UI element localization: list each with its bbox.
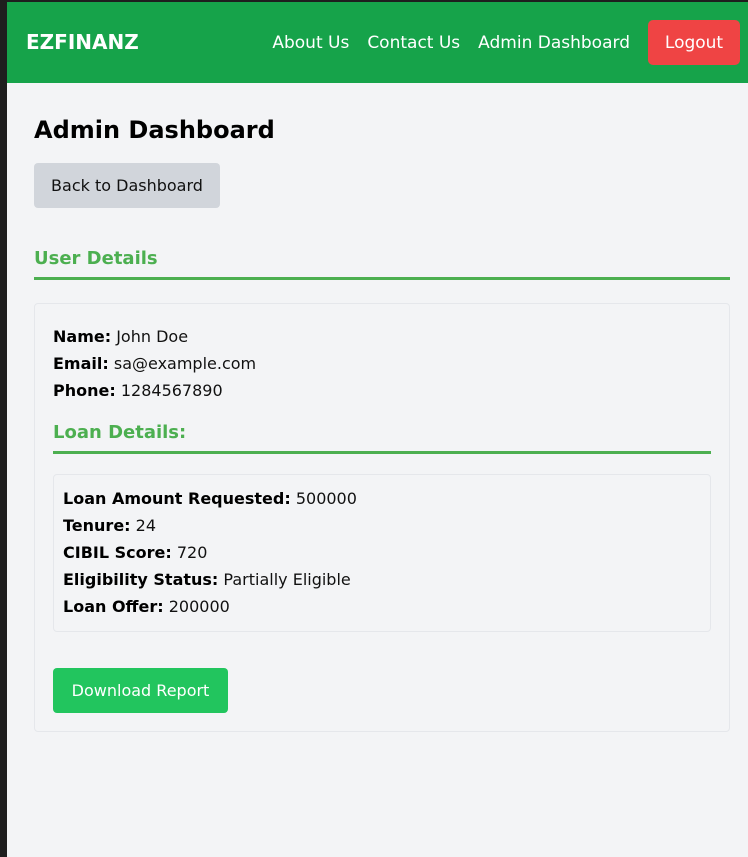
navbar: EZFINANZ About Us Contact Us Admin Dashb… [7, 2, 748, 83]
loan-details-heading: Loan Details: [53, 422, 711, 454]
field-label: CIBIL Score: [63, 543, 172, 562]
nav-admin-dashboard[interactable]: Admin Dashboard [478, 33, 630, 53]
logout-button[interactable]: Logout [648, 20, 740, 65]
field-value: 500000 [295, 489, 357, 508]
field-value: 24 [135, 516, 157, 535]
download-report-button[interactable]: Download Report [53, 668, 228, 713]
field-value: Partially Eligible [223, 570, 351, 589]
user-name-row: Name: John Doe [53, 323, 711, 350]
page-title: Admin Dashboard [34, 116, 275, 144]
eligibility-row: Eligibility Status: Partially Eligible [63, 566, 701, 593]
field-label: Loan Offer: [63, 597, 164, 616]
nav-contact-us[interactable]: Contact Us [367, 33, 460, 53]
field-value: 720 [176, 543, 208, 562]
field-label: Loan Amount Requested: [63, 489, 291, 508]
field-value: John Doe [116, 327, 189, 346]
nav-links: About Us Contact Us Admin Dashboard Logo… [272, 20, 740, 65]
user-details-heading: User Details [34, 248, 730, 280]
field-label: Name: [53, 327, 112, 346]
field-label: Eligibility Status: [63, 570, 219, 589]
field-value: 200000 [168, 597, 230, 616]
nav-about-us[interactable]: About Us [272, 33, 349, 53]
field-label: Phone: [53, 381, 116, 400]
back-to-dashboard-button[interactable]: Back to Dashboard [34, 163, 220, 208]
user-phone-row: Phone: 1284567890 [53, 377, 711, 404]
field-value: sa@example.com [113, 354, 257, 373]
page: EZFINANZ About Us Contact Us Admin Dashb… [7, 2, 748, 857]
field-label: Tenure: [63, 516, 131, 535]
field-label: Email: [53, 354, 109, 373]
tenure-row: Tenure: 24 [63, 512, 701, 539]
field-value: 1284567890 [120, 381, 223, 400]
user-email-row: Email: sa@example.com [53, 350, 711, 377]
loan-offer-row: Loan Offer: 200000 [63, 593, 701, 620]
cibil-score-row: CIBIL Score: 720 [63, 539, 701, 566]
loan-card: Loan Amount Requested: 500000 Tenure: 24… [53, 474, 711, 632]
main-content: Admin Dashboard Back to Dashboard User D… [34, 83, 730, 732]
user-card: Name: John Doe Email: sa@example.com Pho… [34, 303, 730, 732]
brand-logo[interactable]: EZFINANZ [26, 30, 139, 54]
loan-amount-row: Loan Amount Requested: 500000 [63, 485, 701, 512]
